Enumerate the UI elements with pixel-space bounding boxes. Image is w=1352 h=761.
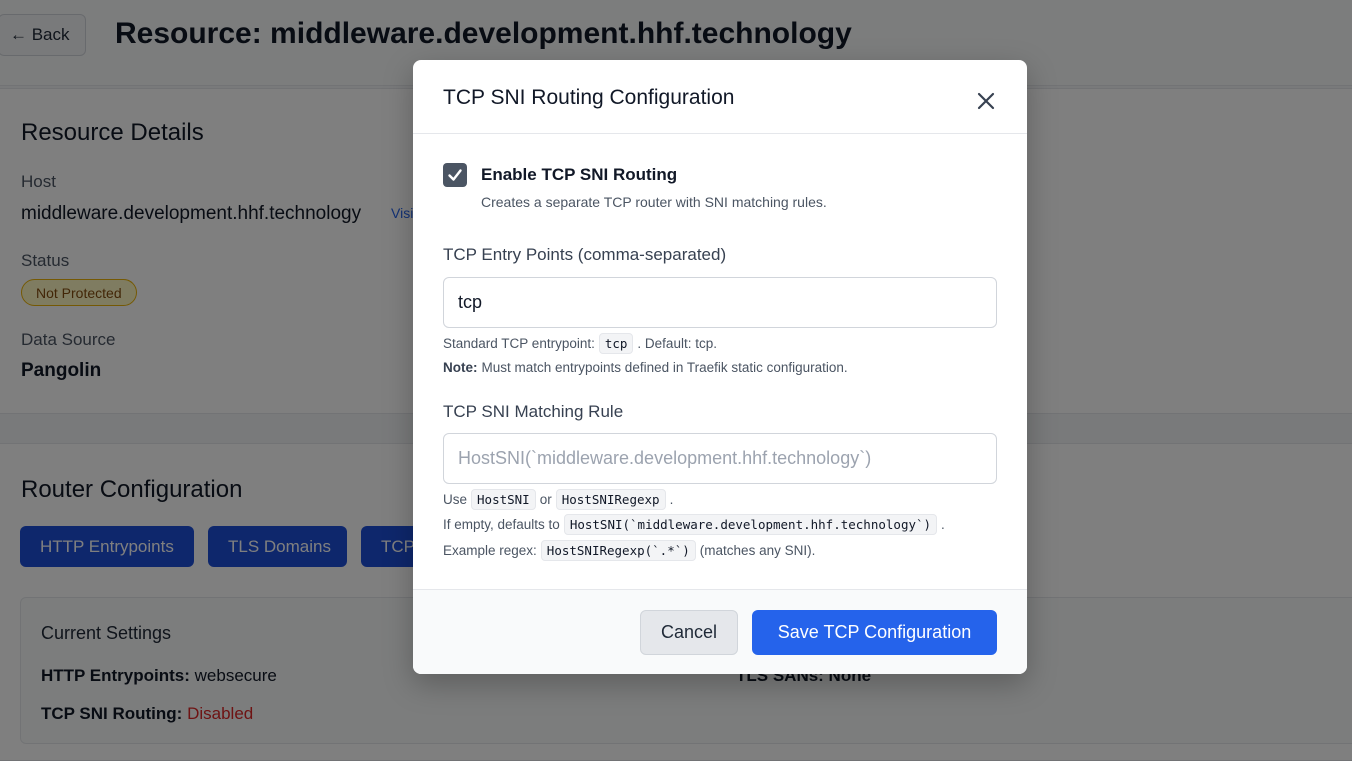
- save-tcp-configuration-button[interactable]: Save TCP Configuration: [752, 610, 997, 655]
- entry-points-input[interactable]: [443, 277, 997, 328]
- close-icon: [977, 92, 995, 110]
- modal-header: TCP SNI Routing Configuration: [413, 60, 1027, 134]
- enable-tcp-sni-checkbox[interactable]: [443, 163, 467, 187]
- use-prefix: Use: [443, 492, 468, 507]
- use-or: or: [539, 492, 552, 507]
- entry-help-prefix: Standard TCP entrypoint:: [443, 336, 595, 351]
- use-suffix: .: [669, 492, 674, 507]
- sni-rule-label: TCP SNI Matching Rule: [443, 402, 624, 421]
- use-code-hostsniregexp: HostSNIRegexp: [555, 489, 666, 510]
- regex-prefix: Example regex:: [443, 543, 537, 558]
- regex-suffix: (matches any SNI).: [699, 543, 816, 558]
- regex-code: HostSNIRegexp(`.*`): [540, 540, 696, 561]
- cancel-button[interactable]: Cancel: [640, 610, 738, 655]
- tcp-sni-modal: TCP SNI Routing Configuration Enable TCP…: [413, 60, 1027, 674]
- sni-rule-help-use: Use HostSNI or HostSNIRegexp .: [443, 489, 673, 510]
- modal-title: TCP SNI Routing Configuration: [443, 86, 735, 109]
- entry-points-label: TCP Entry Points (comma-separated): [443, 245, 727, 264]
- empty-prefix: If empty, defaults to: [443, 517, 560, 532]
- enable-tcp-sni-help: Creates a separate TCP router with SNI m…: [481, 194, 827, 210]
- entry-points-help: Standard TCP entrypoint: tcp . Default: …: [443, 333, 717, 354]
- close-button[interactable]: [973, 88, 999, 114]
- sni-rule-input[interactable]: [443, 433, 997, 484]
- check-icon: [448, 169, 462, 181]
- empty-code: HostSNI(`middleware.development.hhf.tech…: [563, 514, 938, 535]
- sni-rule-help-regex: Example regex: HostSNIRegexp(`.*`) (matc…: [443, 540, 815, 561]
- use-code-hostsni: HostSNI: [471, 489, 536, 510]
- sni-rule-help-default: If empty, defaults to HostSNI(`middlewar…: [443, 514, 945, 535]
- note-key: Note:: [443, 360, 478, 375]
- note-text: Must match entrypoints defined in Traefi…: [481, 360, 848, 375]
- enable-tcp-sni-label[interactable]: Enable TCP SNI Routing: [481, 165, 677, 185]
- empty-suffix: .: [941, 517, 945, 532]
- modal-footer: Cancel Save TCP Configuration: [413, 589, 1027, 674]
- entry-help-code: tcp: [598, 333, 634, 354]
- entry-points-note: Note: Must match entrypoints defined in …: [443, 360, 848, 375]
- entry-help-suffix: . Default: tcp.: [637, 336, 717, 351]
